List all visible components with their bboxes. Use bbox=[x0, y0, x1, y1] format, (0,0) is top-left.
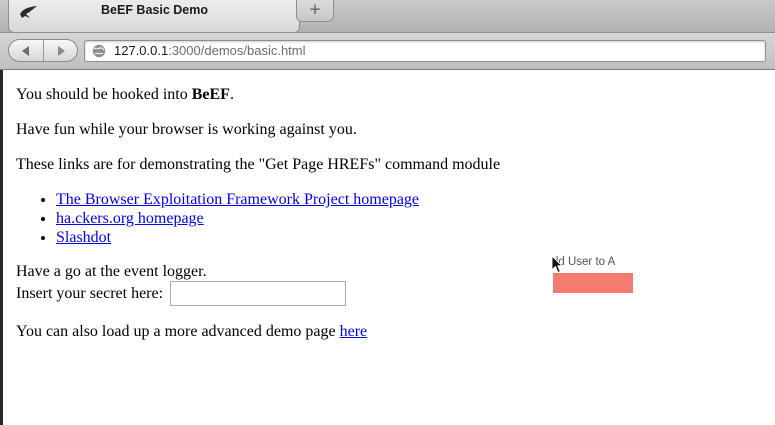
hooked-paragraph: You should be hooked into BeEF. bbox=[16, 85, 756, 104]
add-user-button[interactable] bbox=[553, 273, 633, 293]
secret-label: Insert your secret here: bbox=[16, 285, 164, 302]
back-button[interactable] bbox=[9, 40, 44, 61]
advanced-paragraph: You can also load up a more advanced dem… bbox=[16, 322, 756, 341]
hackers-homepage-link[interactable]: ha.ckers.org homepage bbox=[56, 210, 204, 227]
navigation-toolbar: 127.0.0.1:3000/demos/basic.html bbox=[0, 33, 775, 70]
event-logger-section: Have a go at the event logger. Insert yo… bbox=[16, 262, 756, 306]
back-forward-group bbox=[8, 39, 78, 62]
window-edge bbox=[0, 70, 3, 425]
links-intro-paragraph: These links are for demonstrating the "G… bbox=[16, 156, 501, 173]
url-host: 127.0.0.1 bbox=[114, 43, 169, 58]
advanced-prefix: You can also load up a more advanced dem… bbox=[16, 323, 340, 340]
fun-paragraph: Have fun while your browser is working a… bbox=[16, 121, 357, 138]
tab-beef-basic-demo[interactable]: BeEF Basic Demo bbox=[8, 0, 300, 33]
back-arrow-icon bbox=[22, 45, 29, 56]
beef-homepage-link[interactable]: The Browser Exploitation Framework Proje… bbox=[56, 191, 419, 208]
beef-logo-icon bbox=[20, 6, 37, 18]
logger-text: Have a go at the event logger. bbox=[16, 263, 207, 280]
add-user-label: dd User to A bbox=[552, 256, 616, 268]
address-bar[interactable]: 127.0.0.1:3000/demos/basic.html bbox=[84, 40, 766, 62]
secret-row: Insert your secret here: bbox=[16, 281, 756, 306]
advanced-demo-link[interactable]: here bbox=[340, 323, 368, 340]
tab-title: BeEF Basic Demo bbox=[101, 3, 208, 17]
new-tab-button[interactable]: + bbox=[296, 0, 334, 22]
hooked-prefix: You should be hooked into bbox=[16, 86, 192, 103]
globe-icon bbox=[92, 44, 106, 58]
page-content: You should be hooked into BeEF. Have fun… bbox=[16, 70, 756, 357]
secret-input[interactable] bbox=[170, 281, 347, 306]
hooked-suffix: . bbox=[229, 86, 234, 103]
mouse-cursor-icon bbox=[551, 255, 563, 274]
links-list: The Browser Exploitation Framework Proje… bbox=[16, 190, 756, 247]
list-item: The Browser Exploitation Framework Proje… bbox=[56, 190, 756, 209]
plus-icon: + bbox=[308, 0, 322, 18]
forward-arrow-icon bbox=[58, 45, 65, 56]
slashdot-link[interactable]: Slashdot bbox=[56, 229, 111, 246]
forward-button[interactable] bbox=[44, 40, 77, 61]
list-item: Slashdot bbox=[56, 228, 756, 247]
tab-bar: BeEF Basic Demo + bbox=[0, 0, 775, 33]
url-text: 127.0.0.1:3000/demos/basic.html bbox=[114, 43, 306, 58]
list-item: ha.ckers.org homepage bbox=[56, 209, 756, 228]
url-path: :3000/demos/basic.html bbox=[168, 43, 306, 58]
beef-bold-text: BeEF bbox=[191, 86, 230, 103]
